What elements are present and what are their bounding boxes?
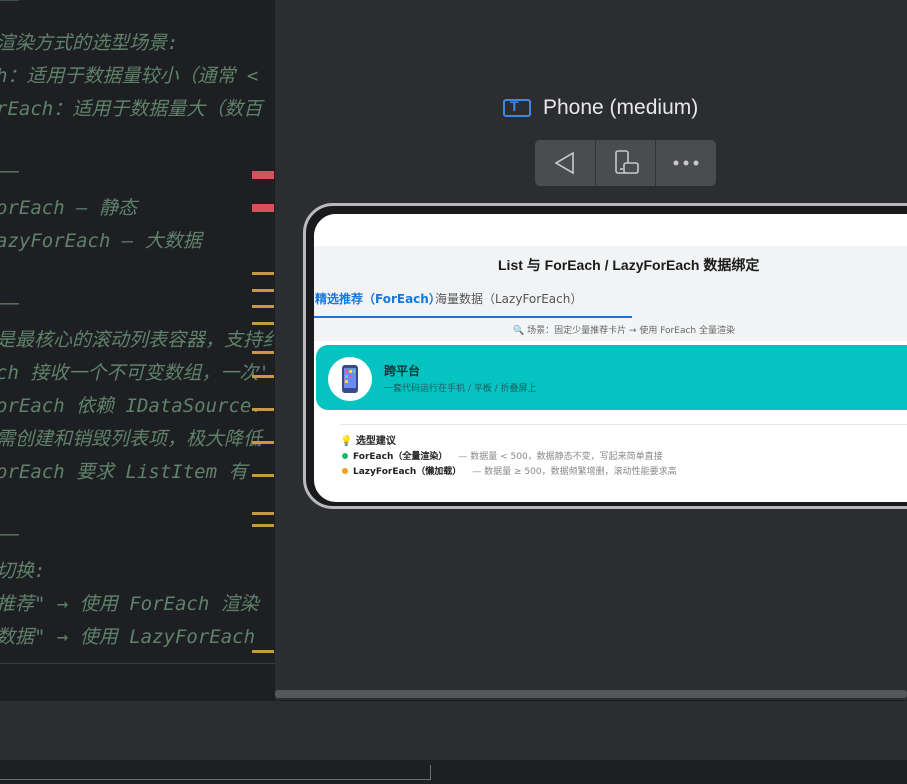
tip-desc: — 数据量 ≥ 500，数据频繁增删，滚动性能要求高	[472, 467, 677, 477]
tab-indicator	[314, 316, 632, 318]
page-title: List 与 ForEach / LazyForEach 数据绑定	[498, 257, 760, 273]
warning-stripe[interactable]	[252, 512, 274, 515]
status-dot-icon	[342, 467, 348, 474]
code-line: 数据" → 使用 LazyForEach	[0, 626, 256, 648]
avatar	[328, 357, 372, 401]
warning-stripe[interactable]	[252, 524, 274, 527]
rotate-device-icon	[614, 150, 639, 174]
tip-name: ForEach（全量渲染）	[353, 452, 448, 462]
text-frame-icon	[503, 98, 531, 117]
warning-stripe[interactable]	[252, 272, 274, 275]
divider	[340, 424, 907, 425]
warning-stripe[interactable]	[252, 322, 274, 325]
previewer-panel: Phone (medium) List 与 ForE	[275, 0, 907, 700]
preview-toolbar	[535, 140, 716, 186]
tip-desc: — 数据量 < 500，数据静态不变，写起来简单直接	[458, 452, 663, 462]
code-line: ——	[0, 160, 19, 182]
editor-divider	[0, 663, 275, 664]
code-line: orEach 要求 ListItem 有	[0, 461, 248, 483]
rotate-button[interactable]	[596, 140, 657, 186]
code-line: ——	[0, 0, 19, 10]
code-line: orEach — 静态	[0, 197, 137, 219]
warning-stripe[interactable]	[252, 650, 274, 653]
tip-item-foreach: ForEach（全量渲染） — 数据量 < 500，数据静态不变，写起来简单直接	[342, 449, 663, 462]
status-divider	[0, 779, 430, 780]
status-divider	[430, 765, 431, 780]
code-line: 推荐" → 使用 ForEach 渲染	[0, 593, 259, 615]
warning-stripe[interactable]	[252, 351, 274, 354]
tip-item-lazyforeach: LazyForEach（懒加载） — 数据量 ≥ 500，数据频繁增删，滚动性能…	[342, 464, 677, 477]
horizontal-scrollbar[interactable]	[275, 690, 907, 698]
tip-name: LazyForEach（懒加载）	[353, 467, 462, 477]
status-area	[314, 214, 907, 246]
phone-frame: List 与 ForEach / LazyForEach 数据绑定 精选推荐（F…	[303, 203, 907, 509]
warning-stripe[interactable]	[252, 474, 274, 477]
code-line: 渲染方式的选型场景:	[0, 32, 179, 54]
bottom-panel	[0, 700, 907, 761]
phone-icon	[342, 365, 358, 393]
code-line: h：适用于数据量较小（通常 <	[0, 65, 259, 87]
code-line: 需创建和销毁列表项，极大降低	[0, 428, 263, 450]
code-line: 切换:	[0, 560, 46, 582]
code-line: 是最核心的滚动列表容器，支持纟	[0, 329, 275, 351]
tab-lazyforeach[interactable]: 海量数据（LazyForEach）	[435, 290, 582, 307]
warning-stripe[interactable]	[252, 289, 274, 292]
warning-stripe[interactable]	[252, 375, 274, 378]
more-button[interactable]	[656, 140, 716, 186]
error-stripe[interactable]	[252, 171, 274, 179]
code-line: azyForEach — 大数据	[0, 230, 202, 252]
device-selector[interactable]: Phone (medium)	[503, 96, 698, 120]
card-title: 跨平台	[384, 364, 421, 378]
tips-title: 💡 选型建议	[340, 436, 396, 447]
card-subtitle: 一套代码运行在手机 / 平板 / 折叠屏上	[384, 384, 537, 394]
phone-screen[interactable]: List 与 ForEach / LazyForEach 数据绑定 精选推荐（F…	[314, 214, 907, 502]
warning-stripe[interactable]	[252, 408, 274, 411]
scene-text: 🔍 场景：固定少量推荐卡片 → 使用 ForEach 全量渲染	[513, 326, 735, 336]
code-line: ——	[0, 292, 19, 314]
more-dots-icon	[673, 160, 699, 166]
code-line: orEach 依赖 IDataSource.	[0, 395, 263, 417]
back-button[interactable]	[535, 140, 596, 186]
status-bar	[0, 760, 907, 784]
tab-foreach[interactable]: 精选推荐（ForEach）	[315, 290, 441, 307]
error-stripe[interactable]	[252, 204, 274, 212]
status-dot-icon	[342, 452, 348, 459]
warning-stripe[interactable]	[252, 441, 274, 444]
device-label: Phone (medium)	[543, 96, 699, 119]
code-editor[interactable]: —— 渲染方式的选型场景: h：适用于数据量较小（通常 < rEach：适用于数…	[0, 0, 275, 700]
code-line: rEach：适用于数据量大（数百	[0, 98, 263, 120]
code-line: ——	[0, 523, 19, 545]
code-line: ch 接收一个不可变数组，一次'	[0, 362, 270, 384]
back-triangle-icon	[554, 151, 574, 175]
warning-stripe[interactable]	[252, 305, 274, 308]
